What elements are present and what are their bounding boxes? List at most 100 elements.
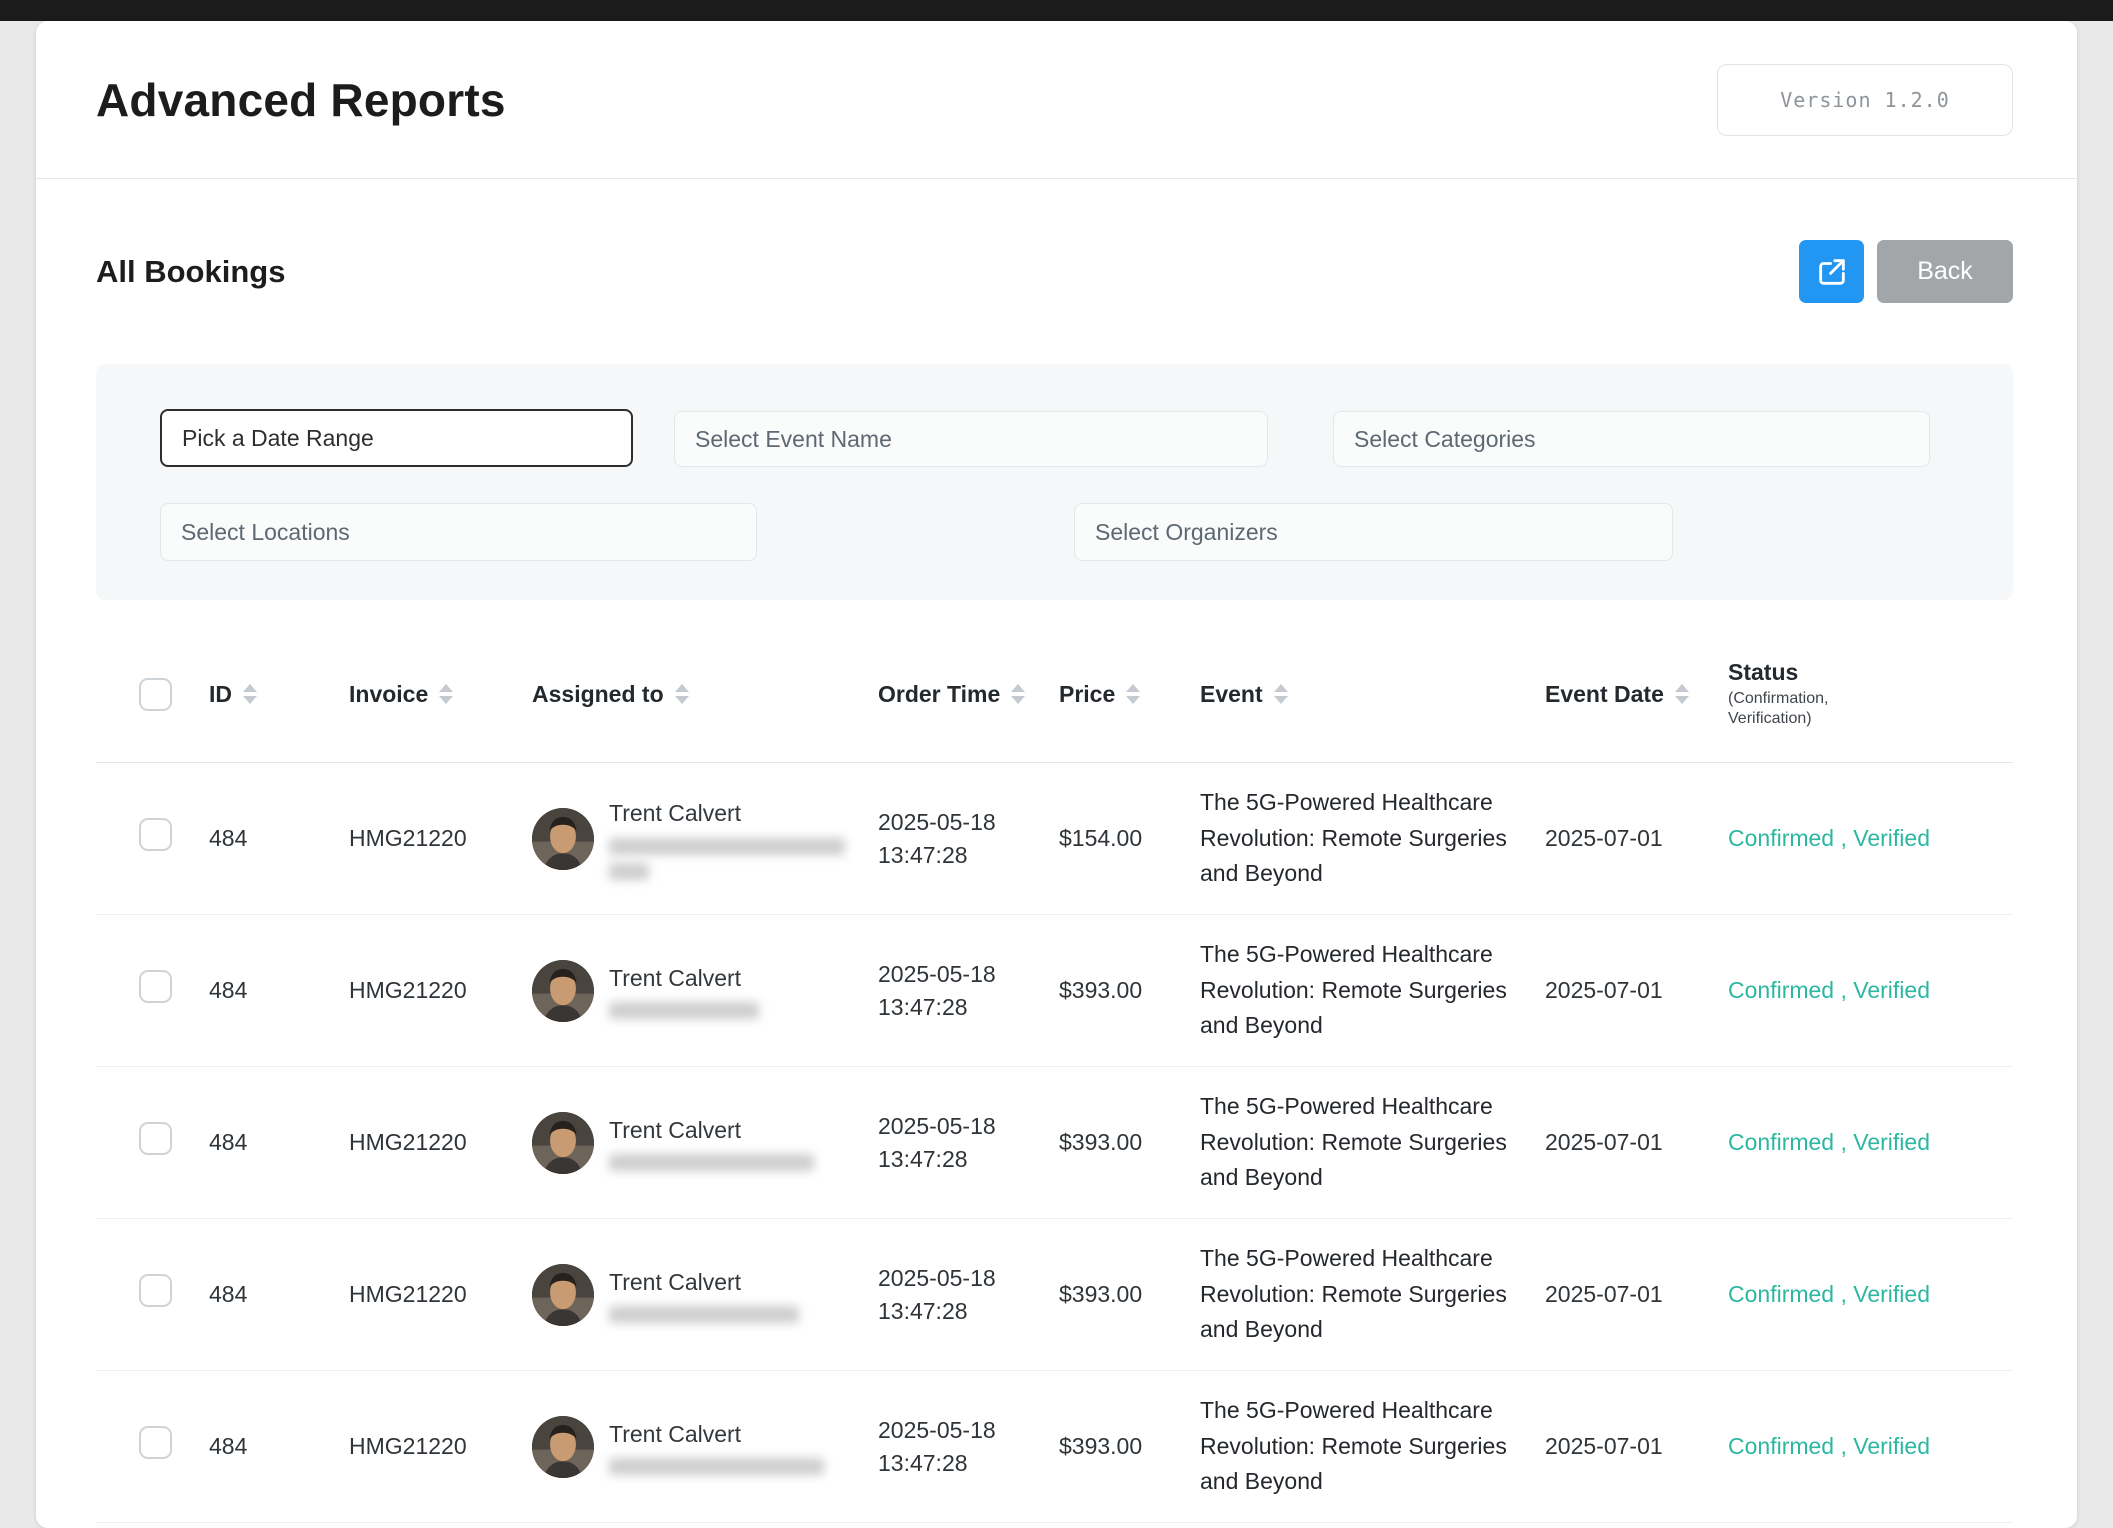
sort-icon[interactable]	[243, 684, 257, 704]
avatar	[532, 1112, 594, 1174]
back-button[interactable]: Back	[1877, 240, 2013, 303]
section-title: All Bookings	[96, 254, 285, 290]
redacted-text	[609, 1154, 814, 1171]
cell-id: 484	[209, 1126, 349, 1158]
avatar-photo	[532, 1264, 594, 1326]
cell-assigned-to: Trent Calvert	[532, 1416, 878, 1478]
cell-assigned-to: Trent Calvert	[532, 960, 878, 1022]
cell-assigned-to: Trent Calvert	[532, 1112, 878, 1174]
column-label-order-time: Order Time	[878, 681, 1000, 708]
cell-price: $393.00	[1059, 1430, 1200, 1462]
sort-icon[interactable]	[439, 684, 453, 704]
event-name-select[interactable]	[674, 411, 1268, 467]
avatar	[532, 808, 594, 870]
cell-event: The 5G-Powered Healthcare Revolution: Re…	[1200, 1089, 1545, 1196]
categories-select[interactable]	[1333, 411, 1930, 467]
export-button[interactable]	[1799, 240, 1864, 303]
cell-invoice: HMG21220	[349, 822, 532, 854]
cell-price: $393.00	[1059, 1278, 1200, 1310]
top-chrome	[0, 0, 2113, 21]
cell-order-time: 2025-05-18 13:47:28	[878, 958, 1059, 1022]
table-header-row: ID Invoice Assigned to Order Time Price …	[96, 626, 2013, 763]
section-row: All Bookings Back	[36, 179, 2077, 364]
date-range-input[interactable]	[160, 409, 633, 467]
sort-icon[interactable]	[675, 684, 689, 704]
assignee-info: Trent Calvert	[609, 1266, 799, 1323]
row-select-cell	[96, 818, 209, 859]
assignee-name: Trent Calvert	[609, 962, 759, 994]
column-label-id: ID	[209, 681, 232, 708]
select-all-cell	[96, 678, 209, 711]
sort-icon[interactable]	[1011, 684, 1025, 704]
version-badge: Version 1.2.0	[1717, 64, 2013, 136]
avatar-photo	[532, 960, 594, 1022]
row-checkbox[interactable]	[139, 818, 172, 851]
select-all-checkbox[interactable]	[139, 678, 172, 711]
filters-panel	[96, 364, 2013, 600]
avatar	[532, 1416, 594, 1478]
status-note-line-1: (Confirmation,	[1728, 689, 2013, 709]
table-row: 484 HMG21220 Trent Calvert 2025-05-18 13…	[96, 1219, 2013, 1371]
cell-order-time: 2025-05-18 13:47:28	[878, 1262, 1059, 1326]
cell-order-time: 2025-05-18 13:47:28	[878, 806, 1059, 870]
redacted-text	[609, 1002, 759, 1019]
assignee-name: Trent Calvert	[609, 1266, 799, 1298]
cell-assigned-to: Trent Calvert	[532, 1264, 878, 1326]
column-label-price: Price	[1059, 681, 1115, 708]
redacted-text	[609, 1458, 824, 1475]
cell-event: The 5G-Powered Healthcare Revolution: Re…	[1200, 1393, 1545, 1500]
table-body: 484 HMG21220 Trent Calvert 2025-05-18 13…	[96, 763, 2013, 1523]
cell-price: $393.00	[1059, 974, 1200, 1006]
row-checkbox[interactable]	[139, 1274, 172, 1307]
assignee-info: Trent Calvert	[609, 1418, 824, 1475]
cell-id: 484	[209, 1430, 349, 1462]
column-header-assigned-to[interactable]: Assigned to	[532, 681, 878, 708]
row-select-cell	[96, 970, 209, 1011]
cell-invoice: HMG21220	[349, 1126, 532, 1158]
row-select-cell	[96, 1426, 209, 1467]
column-header-price[interactable]: Price	[1059, 681, 1200, 708]
cell-event-date: 2025-07-01	[1545, 1430, 1728, 1462]
cell-id: 484	[209, 822, 349, 854]
cell-order-time: 2025-05-18 13:47:28	[878, 1110, 1059, 1174]
column-header-status: Status (Confirmation, Verification)	[1728, 659, 2013, 730]
column-header-id[interactable]: ID	[209, 681, 349, 708]
cell-event: The 5G-Powered Healthcare Revolution: Re…	[1200, 937, 1545, 1044]
assignee-info: Trent Calvert	[609, 797, 845, 879]
bookings-table: ID Invoice Assigned to Order Time Price …	[96, 626, 2013, 1523]
column-header-invoice[interactable]: Invoice	[349, 681, 532, 708]
table-row: 484 HMG21220 Trent Calvert 2025-05-18 13…	[96, 763, 2013, 915]
sort-icon[interactable]	[1126, 684, 1140, 704]
organizers-select[interactable]	[1074, 503, 1673, 561]
header-actions: Back	[1799, 240, 2013, 303]
cell-price: $393.00	[1059, 1126, 1200, 1158]
column-header-event-date[interactable]: Event Date	[1545, 681, 1728, 708]
row-checkbox[interactable]	[139, 1122, 172, 1155]
assignee-name: Trent Calvert	[609, 1114, 814, 1146]
row-checkbox[interactable]	[139, 970, 172, 1003]
cell-invoice: HMG21220	[349, 1430, 532, 1462]
cell-event-date: 2025-07-01	[1545, 1126, 1728, 1158]
table-row: 484 HMG21220 Trent Calvert 2025-05-18 13…	[96, 915, 2013, 1067]
row-select-cell	[96, 1274, 209, 1315]
avatar-photo	[532, 1416, 594, 1478]
sort-icon[interactable]	[1675, 684, 1689, 704]
cell-event: The 5G-Powered Healthcare Revolution: Re…	[1200, 785, 1545, 892]
avatar-photo	[532, 1112, 594, 1174]
column-label-assigned-to: Assigned to	[532, 681, 664, 708]
avatar-photo	[532, 808, 594, 870]
row-checkbox[interactable]	[139, 1426, 172, 1459]
cell-status: Confirmed , Verified	[1728, 1430, 2013, 1462]
column-header-order-time[interactable]: Order Time	[878, 681, 1059, 708]
cell-event-date: 2025-07-01	[1545, 1278, 1728, 1310]
sort-icon[interactable]	[1274, 684, 1288, 704]
cell-event-date: 2025-07-01	[1545, 822, 1728, 854]
locations-select[interactable]	[160, 503, 757, 561]
column-label-event-date: Event Date	[1545, 681, 1664, 708]
page-title: Advanced Reports	[96, 73, 506, 127]
cell-id: 484	[209, 974, 349, 1006]
column-header-event[interactable]: Event	[1200, 681, 1545, 708]
column-label-invoice: Invoice	[349, 681, 428, 708]
cell-event-date: 2025-07-01	[1545, 974, 1728, 1006]
status-note-line-2: Verification)	[1728, 709, 2013, 729]
